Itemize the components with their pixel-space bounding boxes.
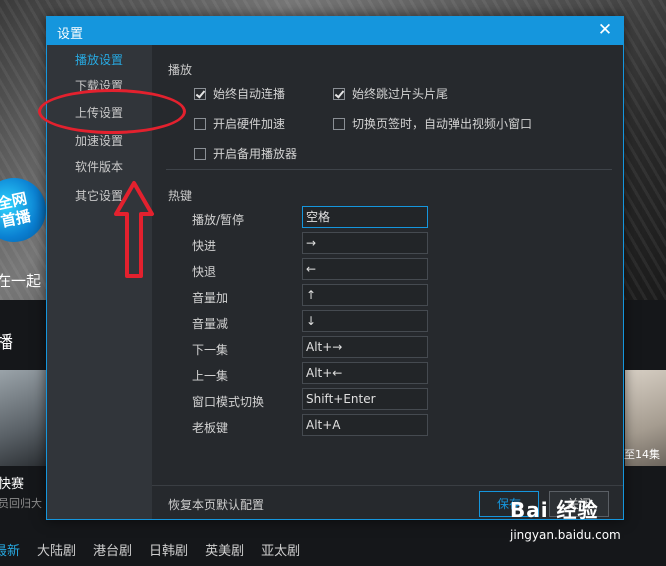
annotation-oval: [38, 89, 186, 134]
close-icon[interactable]: ✕: [595, 20, 615, 40]
hotkey-label-volume-up: 音量加: [192, 291, 229, 305]
settings-content: 播放 始终自动连播 始终跳过片头片尾 开启硬件加速 切换页签时，自动弹出视频小窗…: [152, 45, 623, 519]
dialog-titlebar[interactable]: 设置 ✕: [47, 17, 623, 45]
background-thumbnail-title[interactable]: 快赛: [0, 473, 24, 492]
backup-player-checkbox[interactable]: 开启备用播放器: [194, 145, 297, 162]
mini-window-checkbox[interactable]: 切换页签时，自动弹出视频小窗口: [333, 115, 532, 132]
hotkey-label-play-pause: 播放/暂停: [192, 213, 245, 227]
skip-intro-outro-checkbox[interactable]: 始终跳过片头片尾: [333, 85, 448, 102]
option-label: 始终跳过片头片尾: [352, 87, 449, 101]
background-section-heading: 播: [0, 333, 13, 353]
play-section-title: 播放: [168, 63, 193, 77]
background-thumbnail-subtitle: 员回归大: [0, 497, 42, 510]
hotkey-label-boss-key: 老板键: [192, 421, 229, 435]
hotkey-label-volume-down: 音量减: [192, 317, 229, 331]
hotkey-input-window-mode[interactable]: Shift+Enter: [302, 388, 428, 410]
hotkey-label-forward: 快进: [192, 239, 217, 253]
hotkey-label-window-mode: 窗口模式切换: [192, 395, 265, 409]
episode-badge: 至14集: [624, 448, 660, 461]
background-caption: 在一起: [0, 272, 42, 290]
nav-item-mainland[interactable]: 大陆剧: [37, 540, 76, 566]
option-label: 开启备用播放器: [213, 147, 298, 161]
checkbox-unchecked-icon[interactable]: [333, 117, 345, 130]
sidebar-item-playback[interactable]: 播放设置: [75, 51, 123, 68]
checkbox-checked-icon[interactable]: [333, 87, 345, 100]
hotkey-input-volume-up[interactable]: ↑: [302, 284, 428, 306]
nav-item-us-uk[interactable]: 英美剧: [205, 540, 244, 566]
hotkey-label-next-episode: 下一集: [192, 343, 229, 357]
hotkey-label-rewind: 快退: [192, 265, 217, 279]
nav-item-jp-kr[interactable]: 日韩剧: [149, 540, 188, 566]
nav-item-latest[interactable]: 最新: [0, 540, 20, 566]
option-label: 切换页签时，自动弹出视频小窗口: [352, 117, 533, 131]
hotkey-input-boss-key[interactable]: Alt+A: [302, 414, 428, 436]
baidu-watermark: Bai 经验 jingyan.baidu.com: [510, 494, 621, 542]
baidu-logo: Bai 经验: [510, 498, 599, 522]
dialog-title: 设置: [57, 27, 84, 42]
checkbox-unchecked-icon[interactable]: [194, 147, 206, 160]
hotkey-input-prev-episode[interactable]: Alt+←: [302, 362, 428, 384]
option-label: 始终自动连播: [213, 87, 286, 101]
hotkey-input-rewind[interactable]: ←: [302, 258, 428, 280]
nav-item-asia-pacific[interactable]: 亚太剧: [261, 540, 300, 566]
checkbox-checked-icon[interactable]: [194, 87, 206, 100]
nav-item-hk-tw[interactable]: 港台剧: [93, 540, 132, 566]
checkbox-unchecked-icon[interactable]: [194, 117, 206, 130]
hotkey-input-forward[interactable]: →: [302, 232, 428, 254]
hardware-acceleration-checkbox[interactable]: 开启硬件加速: [194, 115, 285, 132]
hotkey-input-volume-down[interactable]: ↓: [302, 310, 428, 332]
category-nav: 最新 大陆剧 港台剧 日韩剧 英美剧 亚太剧: [0, 540, 666, 566]
option-label: 开启硬件加速: [213, 117, 286, 131]
watermark-url: jingyan.baidu.com: [510, 528, 621, 542]
section-divider: [166, 169, 612, 170]
annotation-arrow-up-icon: [114, 181, 154, 278]
restore-defaults-link[interactable]: 恢复本页默认配置: [168, 496, 264, 513]
hotkey-section-title: 热键: [168, 189, 193, 203]
sidebar-item-version[interactable]: 软件版本: [75, 158, 123, 175]
background-thumbnail-left[interactable]: [0, 370, 46, 466]
auto-play-next-checkbox[interactable]: 始终自动连播: [194, 85, 285, 102]
hotkey-label-prev-episode: 上一集: [192, 369, 229, 383]
hotkey-input-next-episode[interactable]: Alt+→: [302, 336, 428, 358]
footer-divider: [152, 485, 623, 486]
sidebar-item-acceleration[interactable]: 加速设置: [75, 132, 123, 149]
hotkey-input-play-pause[interactable]: 空格: [302, 206, 428, 228]
